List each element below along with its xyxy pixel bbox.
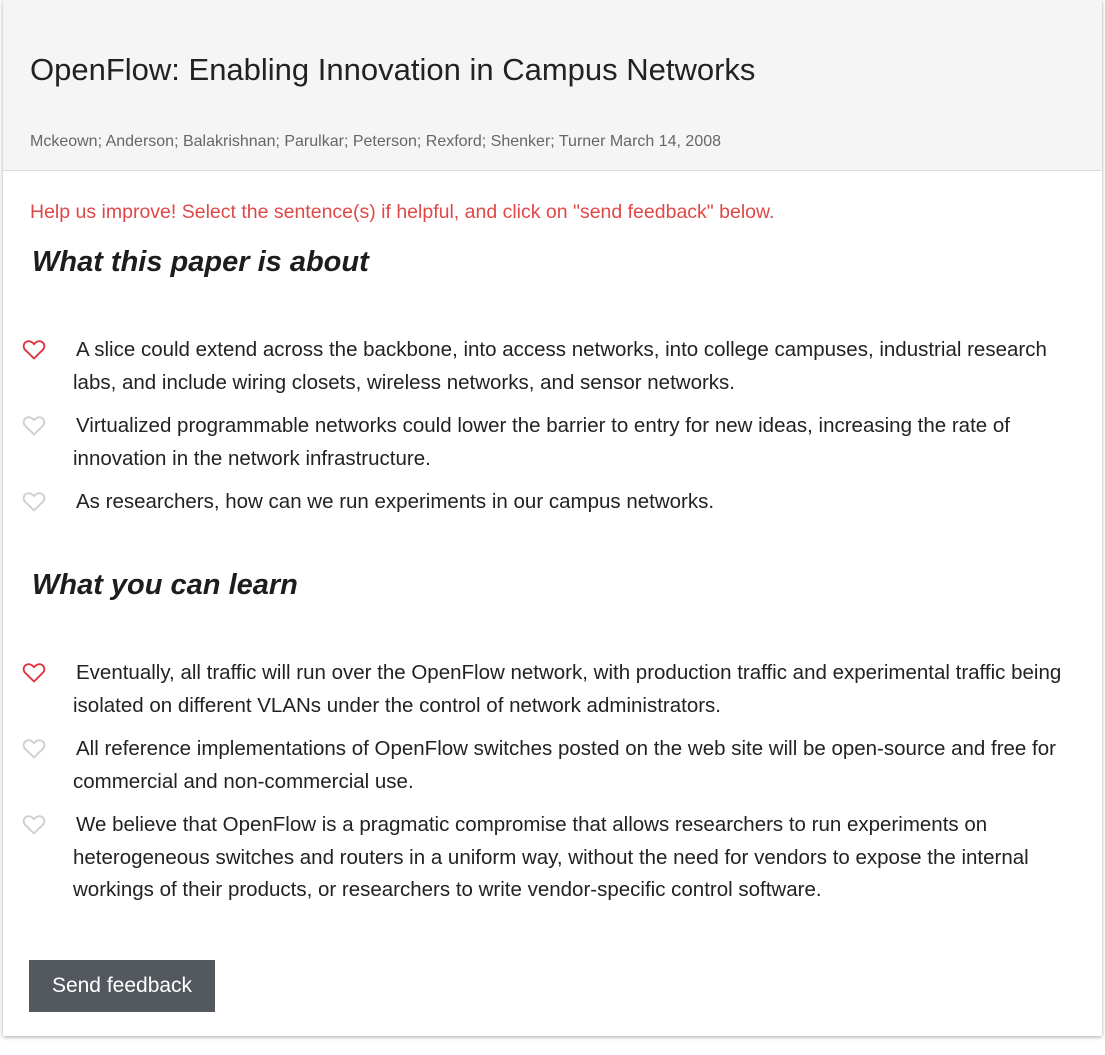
card-header: OpenFlow: Enabling Innovation in Campus … bbox=[3, 0, 1102, 171]
paper-authors-date: Mckeown; Anderson; Balakrishnan; Parulka… bbox=[30, 133, 722, 150]
section-title-about: What this paper is about bbox=[32, 246, 369, 278]
sentence-text: Eventually, all traffic will run over th… bbox=[73, 661, 1062, 717]
sentence-item[interactable]: We believe that OpenFlow is a pragmatic … bbox=[3, 809, 1102, 907]
sentence-list-learn: Eventually, all traffic will run over th… bbox=[3, 657, 1102, 918]
heart-icon[interactable] bbox=[22, 737, 46, 759]
sentence-item[interactable]: As researchers, how can we run experimen… bbox=[3, 486, 1102, 519]
sentence-text: We believe that OpenFlow is a pragmatic … bbox=[73, 813, 1029, 901]
sentence-list-about: A slice could extend across the backbone… bbox=[3, 334, 1102, 530]
heart-icon[interactable] bbox=[22, 490, 46, 512]
sentence-item[interactable]: All reference implementations of OpenFlo… bbox=[3, 733, 1102, 798]
heart-icon[interactable] bbox=[22, 661, 46, 683]
sentence-item[interactable]: A slice could extend across the backbone… bbox=[3, 334, 1102, 399]
sentence-text: Virtualized programmable networks could … bbox=[73, 414, 1010, 470]
sentence-text: As researchers, how can we run experimen… bbox=[76, 490, 715, 513]
sentence-text: A slice could extend across the backbone… bbox=[73, 338, 1047, 394]
heart-icon[interactable] bbox=[22, 414, 46, 436]
paper-card: OpenFlow: Enabling Innovation in Campus … bbox=[3, 0, 1102, 1036]
paper-title: OpenFlow: Enabling Innovation in Campus … bbox=[30, 52, 756, 87]
sentence-item[interactable]: Virtualized programmable networks could … bbox=[3, 410, 1102, 475]
sentence-text: All reference implementations of OpenFlo… bbox=[73, 737, 1056, 793]
heart-icon[interactable] bbox=[22, 338, 46, 360]
section-title-learn: What you can learn bbox=[32, 569, 298, 601]
send-feedback-button[interactable]: Send feedback bbox=[29, 960, 215, 1012]
feedback-notice: Help us improve! Select the sentence(s) … bbox=[30, 201, 775, 223]
sentence-item[interactable]: Eventually, all traffic will run over th… bbox=[3, 657, 1102, 722]
heart-icon[interactable] bbox=[22, 813, 46, 835]
